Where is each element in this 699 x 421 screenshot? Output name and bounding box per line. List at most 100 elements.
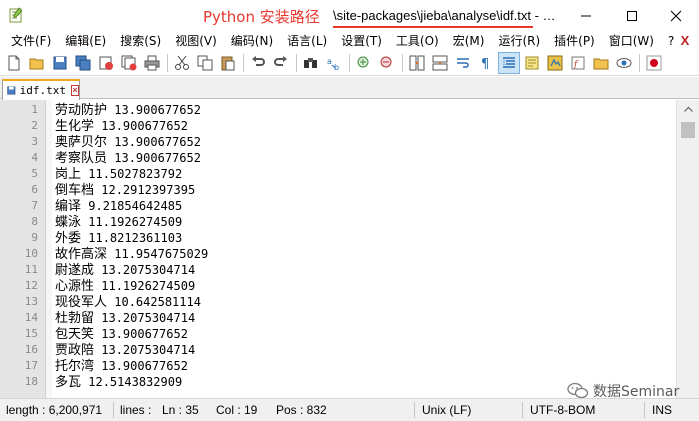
editor-line[interactable]: 1 劳动防护 13.900677652 [0,102,676,118]
status-bar: length : 6,200,971 lines : Ln : 35 Col :… [0,398,699,421]
menu-language[interactable]: 语言(L) [280,31,334,51]
save-all-button[interactable] [72,52,94,74]
udl-button[interactable] [521,52,543,74]
editor-line[interactable]: 11 尉遂成 13.2075304714 [0,262,676,278]
menu-settings[interactable]: 设置(T) [334,31,389,51]
line-number: 10 [24,247,38,260]
toolbar-separator [167,54,168,72]
vertical-scrollbar[interactable] [676,100,699,398]
line-text: 故作高深 11.9547675029 [55,246,208,263]
status-encoding[interactable]: UTF-8-BOM [530,403,595,417]
zoom-out-icon [380,56,392,68]
menu-view[interactable]: 视图(V) [168,31,224,51]
sync-vertical-button[interactable] [406,52,428,74]
cut-button[interactable] [171,52,193,74]
menu-file[interactable]: 文件(F) [4,31,58,51]
word-token: 故作高深 [55,247,108,262]
word-token: 心源性 [55,279,95,294]
scroll-up-button[interactable] [677,100,699,118]
idf-value: 10.642581114 [114,295,201,309]
save-button[interactable] [49,52,71,74]
menu-run[interactable]: 运行(R) [491,31,547,51]
title-underline [333,26,533,28]
toolbar: ab ¶ f [0,51,699,76]
line-number: 5 [31,167,38,180]
monitoring-button[interactable] [613,52,635,74]
replace-button[interactable]: ab [323,52,345,74]
open-file-button[interactable] [26,52,48,74]
word-token: 岗上 [55,167,82,182]
status-ln: Ln : 35 [162,403,199,417]
line-number: 1 [31,103,38,116]
line-number: 9 [31,231,38,244]
word-wrap-button[interactable] [452,52,474,74]
idf-value: 11.8212361103 [88,231,183,245]
find-button[interactable] [300,52,322,74]
menu-encoding[interactable]: 编码(N) [224,31,280,51]
editor-line[interactable]: 6 倒车档 12.2912397395 [0,182,676,198]
editor-line[interactable]: 17 托尔湾 13.900677652 [0,358,676,374]
doc-map-icon [525,56,539,70]
print-button[interactable] [141,52,163,74]
close-document-button[interactable]: X [677,33,693,49]
paste-button[interactable] [217,52,239,74]
editor-line[interactable]: 3 奥萨贝尔 13.900677652 [0,134,676,150]
toolbar-separator [296,54,297,72]
menu-window[interactable]: 窗口(W) [602,31,661,51]
notepad-app-icon [9,7,23,23]
find-icon [304,58,317,68]
document-map-button[interactable] [544,52,566,74]
line-number: 17 [24,359,38,372]
maximize-button[interactable] [609,0,655,31]
editor-line[interactable]: 10 故作高深 11.9547675029 [0,246,676,262]
line-text: 贾政陪 13.2075304714 [55,342,195,359]
record-macro-button[interactable] [643,52,665,74]
close-button[interactable] [95,52,117,74]
indent-guide-button[interactable] [498,52,520,74]
copy-icon [197,55,213,71]
path-annotation: Python 安装路径 [203,8,320,26]
editor-line[interactable]: 16 贾政陪 13.2075304714 [0,342,676,358]
word-token: 尉遂成 [55,263,95,278]
editor-area[interactable]: 1 劳动防护 13.900677652 2 生化学 13.900677652 3 奥萨贝尔… [0,100,699,398]
copy-button[interactable] [194,52,216,74]
sync-horizontal-button[interactable] [429,52,451,74]
title-bar: Python 安装路径 \site-packages\jieba\analyse… [0,0,699,31]
editor-line[interactable]: 5 岗上 11.5027823792 [0,166,676,182]
idf-value: 11.9547675029 [114,247,209,261]
editor-line[interactable]: 12 心源性 11.1926274509 [0,278,676,294]
close-all-button[interactable] [118,52,140,74]
editor-line[interactable]: 9 外委 11.8212361103 [0,230,676,246]
folder-workspace-button[interactable] [590,52,612,74]
new-file-button[interactable] [3,52,25,74]
menu-edit[interactable]: 编辑(E) [58,31,113,51]
editor-line[interactable]: 14 杜勃留 13.2075304714 [0,310,676,326]
undo-button[interactable] [247,52,269,74]
status-eol[interactable]: Unix (LF) [422,403,471,417]
editor-line[interactable]: 4 考察队员 13.900677652 [0,150,676,166]
minimize-button[interactable] [563,0,609,31]
editor-line[interactable]: 2 生化学 13.900677652 [0,118,676,134]
menu-search[interactable]: 搜索(S) [113,31,168,51]
line-number: 3 [31,135,38,148]
menu-macro[interactable]: 宏(M) [446,31,492,51]
tab-close-icon[interactable]: × [71,85,79,96]
zoom-out-button[interactable] [376,52,398,74]
word-token: 劳动防护 [55,103,108,118]
scroll-thumb[interactable] [681,122,695,138]
redo-button[interactable] [270,52,292,74]
menu-plugins[interactable]: 插件(P) [547,31,602,51]
menu-tools[interactable]: 工具(O) [389,31,446,51]
line-text: 编译 9.21854642485 [55,198,182,215]
line-text: 岗上 11.5027823792 [55,166,182,183]
editor-line[interactable]: 7 编译 9.21854642485 [0,198,676,214]
zoom-in-icon [357,56,369,68]
editor-line[interactable]: 15 包天笑 13.900677652 [0,326,676,342]
editor-line[interactable]: 13 现役军人 10.642581114 [0,294,676,310]
close-window-button[interactable] [653,0,699,31]
function-list-button[interactable]: f [567,52,589,74]
editor-line[interactable]: 8 蝶泳 11.1926274509 [0,214,676,230]
zoom-in-button[interactable] [353,52,375,74]
tab-idf-txt[interactable]: idf.txt × [2,79,80,100]
show-all-chars-button[interactable]: ¶ [475,52,497,74]
